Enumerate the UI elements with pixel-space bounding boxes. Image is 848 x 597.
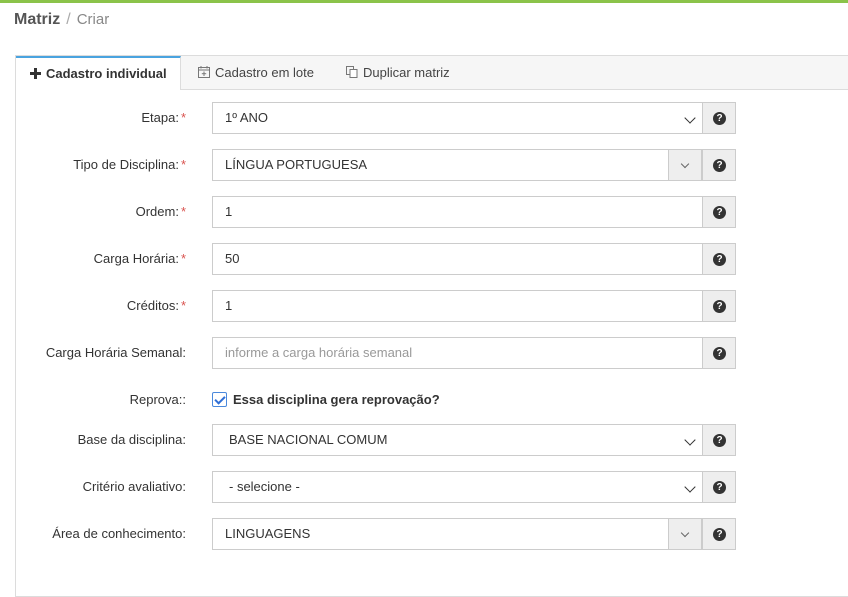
area-conhecimento-label: Área de conhecimento: (52, 526, 186, 541)
base-disciplina-value: BASE NACIONAL COMUM (229, 432, 388, 447)
base-disciplina-select[interactable]: BASE NACIONAL COMUM (212, 424, 703, 456)
row-area-conhecimento: Área de conhecimento: LINGUAGENS ? (0, 518, 848, 550)
ordem-input[interactable]: 1 (212, 196, 703, 228)
tab-bar: Cadastro individual Cadastro em lote Dup… (16, 56, 848, 90)
creditos-label: Créditos: * (126, 298, 186, 313)
reprova-checkbox-label[interactable]: Essa disciplina gera reprovação? (233, 384, 440, 416)
row-reprova: Reprova:: Essa disciplina gera reprovaçã… (0, 384, 848, 416)
row-etapa: Etapa: * 1º ANO ? (0, 102, 848, 134)
tipo-disciplina-select[interactable]: LÍNGUA PORTUGUESA (212, 149, 669, 181)
question-circle-icon: ? (713, 206, 726, 219)
carga-horaria-value: 50 (225, 251, 240, 266)
plus-icon (30, 59, 41, 90)
criterio-avaliativo-value: - selecione - (229, 479, 300, 494)
breadcrumb: Matriz / Criar (14, 11, 109, 29)
question-circle-icon: ? (713, 434, 726, 447)
required-marker: * (180, 298, 186, 313)
chevron-down-icon (684, 112, 696, 124)
chevron-down-icon (680, 528, 690, 538)
tab-label: Duplicar matriz (363, 65, 450, 80)
row-base-disciplina: Base da disciplina: BASE NACIONAL COMUM … (0, 424, 848, 456)
carga-horaria-semanal-input[interactable]: informe a carga horária semanal (212, 337, 703, 369)
calendar-icon (198, 57, 210, 90)
area-conhecimento-value: LINGUAGENS (225, 526, 311, 541)
breadcrumb-separator: / (66, 11, 71, 28)
carga-horaria-semanal-help-button[interactable]: ? (702, 337, 736, 369)
chevron-down-icon (684, 434, 696, 446)
base-disciplina-label: Base da disciplina: (77, 432, 186, 447)
chevron-down-icon (680, 159, 690, 169)
row-carga-horaria-semanal: Carga Horária Semanal: informe a carga h… (0, 337, 848, 369)
criterio-avaliativo-label: Critério avaliativo: (82, 479, 186, 494)
tipo-disciplina-dropdown-button[interactable] (668, 149, 702, 181)
copy-icon (346, 57, 358, 90)
ordem-help-button[interactable]: ? (702, 196, 736, 228)
row-creditos: Créditos: * 1 ? (0, 290, 848, 322)
creditos-value: 1 (225, 298, 233, 313)
etapa-label: Etapa: * (141, 110, 186, 125)
etapa-help-button[interactable]: ? (702, 102, 736, 134)
required-marker: * (180, 204, 186, 219)
question-circle-icon: ? (713, 528, 726, 541)
row-criterio-avaliativo: Critério avaliativo: - selecione - ? (0, 471, 848, 503)
checkmark-icon (214, 393, 226, 405)
area-conhecimento-help-button[interactable]: ? (702, 518, 736, 550)
form-panel: Cadastro individual Cadastro em lote Dup… (15, 55, 848, 597)
creditos-help-button[interactable]: ? (702, 290, 736, 322)
etapa-select[interactable]: 1º ANO (212, 102, 703, 134)
question-circle-icon: ? (713, 347, 726, 360)
carga-horaria-semanal-label: Carga Horária Semanal: (45, 345, 186, 360)
ordem-value: 1 (225, 204, 233, 219)
question-circle-icon: ? (713, 159, 726, 172)
required-marker: * (180, 110, 186, 125)
tab-label: Cadastro individual (46, 66, 167, 81)
carga-horaria-label: Carga Horária: * (93, 251, 186, 266)
base-disciplina-help-button[interactable]: ? (702, 424, 736, 456)
ordem-label: Ordem: * (135, 204, 186, 219)
row-ordem: Ordem: * 1 ? (0, 196, 848, 228)
required-marker: * (180, 157, 186, 172)
criterio-avaliativo-select[interactable]: - selecione - (212, 471, 703, 503)
row-tipo-disciplina: Tipo de Disciplina: * LÍNGUA PORTUGUESA ? (0, 149, 848, 181)
top-accent-bar (0, 0, 848, 3)
reprova-checkbox[interactable] (212, 392, 227, 407)
carga-horaria-help-button[interactable]: ? (702, 243, 736, 275)
question-circle-icon: ? (713, 481, 726, 494)
creditos-input[interactable]: 1 (212, 290, 703, 322)
chevron-down-icon (684, 481, 696, 493)
reprova-label: Reprova:: (129, 392, 186, 407)
tipo-disciplina-value: LÍNGUA PORTUGUESA (225, 157, 368, 172)
breadcrumb-section[interactable]: Matriz (14, 11, 60, 28)
row-carga-horaria: Carga Horária: * 50 ? (0, 243, 848, 275)
required-marker: * (180, 251, 186, 266)
tipo-disciplina-label: Tipo de Disciplina: * (73, 157, 186, 172)
tab-label: Cadastro em lote (215, 65, 314, 80)
area-conhecimento-dropdown-button[interactable] (668, 518, 702, 550)
etapa-value: 1º ANO (225, 110, 269, 125)
carga-horaria-input[interactable]: 50 (212, 243, 703, 275)
question-circle-icon: ? (713, 253, 726, 266)
area-conhecimento-select[interactable]: LINGUAGENS (212, 518, 669, 550)
question-circle-icon: ? (713, 112, 726, 125)
tipo-disciplina-help-button[interactable]: ? (702, 149, 736, 181)
criterio-avaliativo-help-button[interactable]: ? (702, 471, 736, 503)
carga-horaria-semanal-placeholder: informe a carga horária semanal (225, 345, 413, 360)
breadcrumb-current: Criar (76, 11, 110, 28)
tab-duplicar-matriz[interactable]: Duplicar matriz (332, 56, 464, 89)
tab-cadastro-em-lote[interactable]: Cadastro em lote (184, 56, 328, 89)
question-circle-icon: ? (713, 300, 726, 313)
tab-cadastro-individual[interactable]: Cadastro individual (16, 56, 181, 90)
